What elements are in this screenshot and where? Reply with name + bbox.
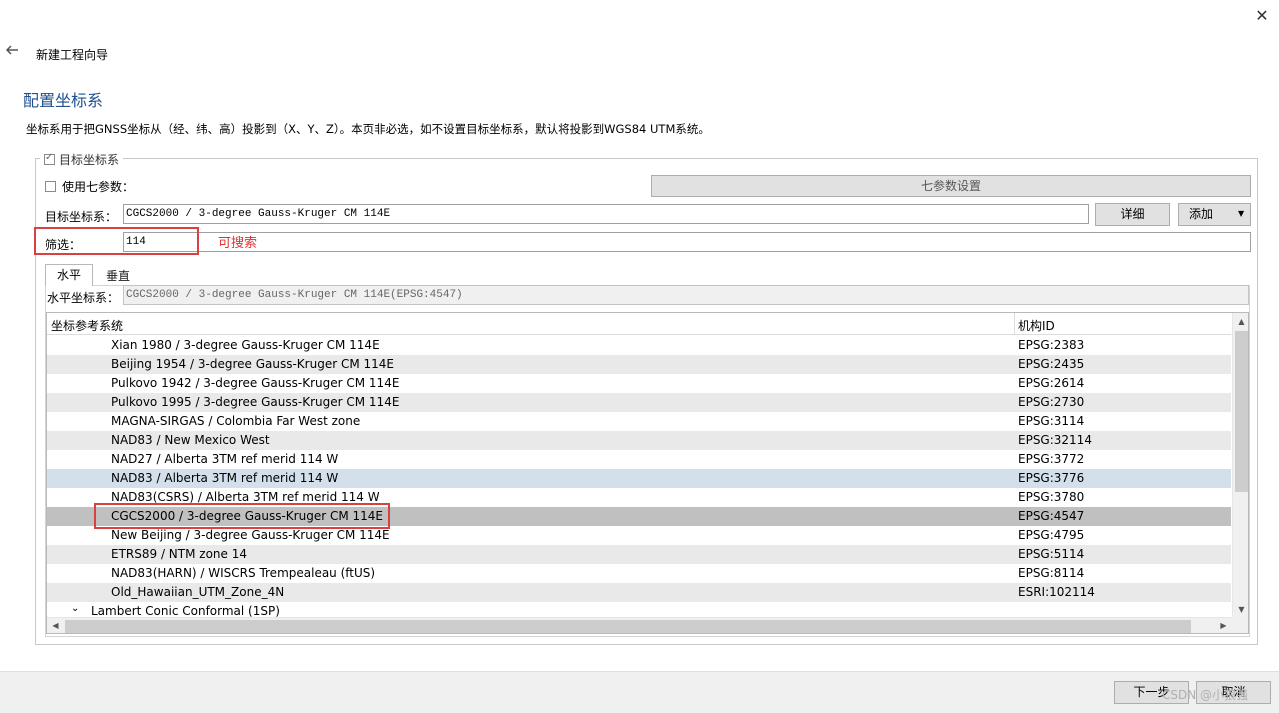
scroll-up-icon[interactable]: ▲ [1233, 313, 1248, 330]
crs-table: 坐标参考系统 机构ID Xian 1980 / 3-degree Gauss-K… [46, 312, 1249, 634]
cell-authority-id: EPSG:4547 [1018, 509, 1085, 523]
scroll-left-icon[interactable]: ◀ [47, 618, 64, 633]
expand-chevron-icon[interactable]: ⌄ [71, 603, 79, 614]
seven-params-checkbox[interactable] [45, 181, 56, 192]
tab-horizontal[interactable]: 水平 [45, 264, 93, 286]
target-crs-group-header[interactable]: 目标坐标系 [40, 151, 124, 168]
seven-params-row[interactable]: 使用七参数： [45, 178, 134, 195]
target-crs-label: 目标坐标系： [45, 210, 118, 224]
cell-authority-id: EPSG:3776 [1018, 471, 1085, 485]
watermark: CSDN @小狼强 [1162, 688, 1249, 702]
cell-authority-id: EPSG:2383 [1018, 338, 1085, 352]
cell-authority-id: ESRI:102114 [1018, 585, 1095, 599]
detail-button[interactable]: 详细 [1095, 203, 1170, 226]
tree-group-label: Lambert Conic Conformal (1SP) [91, 604, 280, 618]
vertical-scroll-thumb[interactable] [1235, 331, 1248, 492]
vertical-scrollbar[interactable]: ▲ ▼ [1232, 313, 1248, 618]
tab-vertical[interactable]: 垂直 [98, 267, 138, 285]
searchable-annotation: 可搜索 [218, 236, 258, 251]
cell-crs-name: NAD83 / Alberta 3TM ref merid 114 W [111, 471, 339, 485]
table-row[interactable]: NAD27 / Alberta 3TM ref merid 114 W EPSG:… [47, 450, 1231, 469]
cell-crs-name: New Beijing / 3-degree Gauss-Kruger CM 1… [111, 528, 390, 542]
cell-authority-id: EPSG:3772 [1018, 452, 1085, 466]
cell-crs-name: Pulkovo 1942 / 3-degree Gauss-Kruger CM … [111, 376, 400, 390]
close-icon[interactable]: ✕ [1250, 4, 1274, 28]
cell-crs-name: Pulkovo 1995 / 3-degree Gauss-Kruger CM … [111, 395, 400, 409]
horizontal-scroll-thumb[interactable] [65, 620, 1191, 633]
table-rows: Xian 1980 / 3-degree Gauss-Kruger CM 114… [47, 336, 1231, 621]
table-row[interactable]: Pulkovo 1995 / 3-degree Gauss-Kruger CM … [47, 393, 1231, 412]
cell-crs-name: NAD83(HARN) / WISCRS Trempealeau (ftUS) [111, 566, 376, 580]
dropdown-arrow-icon[interactable]: ▼ [1238, 205, 1244, 223]
cell-crs-name: Xian 1980 / 3-degree Gauss-Kruger CM 114… [111, 338, 380, 352]
wizard-title: 新建工程向导 [36, 48, 109, 62]
cell-authority-id: EPSG:8114 [1018, 566, 1085, 580]
page-description: 坐标系用于把GNSS坐标从（经、纬、高）投影到（X、Y、Z）。本页非必选，如不设… [26, 122, 710, 136]
scroll-right-icon[interactable]: ▶ [1215, 618, 1232, 633]
table-row[interactable]: Pulkovo 1942 / 3-degree Gauss-Kruger CM … [47, 374, 1231, 393]
table-row[interactable]: NAD83(HARN) / WISCRS Trempealeau (ftUS) E… [47, 564, 1231, 583]
target-crs-field[interactable]: CGCS2000 / 3-degree Gauss-Kruger CM 114E [123, 204, 1089, 224]
seven-params-label: 使用七参数： [62, 180, 135, 194]
table-header: 坐标参考系统 机构ID [47, 313, 1231, 335]
table-row[interactable]: Beijing 1954 / 3-degree Gauss-Kruger CM … [47, 355, 1231, 374]
horizontal-scrollbar[interactable]: ◀ ▶ [47, 617, 1232, 633]
scrollbar-corner [1232, 617, 1248, 633]
cell-crs-name: Old_Hawaiian_UTM_Zone_4N [111, 585, 285, 599]
cell-authority-id: EPSG:2730 [1018, 395, 1085, 409]
table-row[interactable]: Old_Hawaiian_UTM_Zone_4N ESRI:102114 [47, 583, 1231, 602]
cell-crs-name: MAGNA-SIRGAS / Colombia Far West zone [111, 414, 361, 428]
scroll-down-icon[interactable]: ▼ [1233, 601, 1248, 618]
footer-bar [0, 671, 1279, 713]
page-title: 配置坐标系 [23, 91, 104, 110]
table-row[interactable]: NAD83 / New Mexico West EPSG:32114 [47, 431, 1231, 450]
column-header-authority-id[interactable]: 机构ID [1018, 317, 1055, 334]
table-row[interactable]: Xian 1980 / 3-degree Gauss-Kruger CM 114… [47, 336, 1231, 355]
target-crs-group-label: 目标坐标系 [59, 153, 120, 167]
table-row[interactable]: NAD83 / Alberta 3TM ref merid 114 W EPSG:… [47, 469, 1231, 488]
cell-authority-id: EPSG:2435 [1018, 357, 1085, 371]
table-row[interactable]: ETRS89 / NTM zone 14 EPSG:5114 [47, 545, 1231, 564]
selected-row-annotation-box [94, 503, 390, 529]
horizontal-crs-field: CGCS2000 / 3-degree Gauss-Kruger CM 114E… [123, 285, 1249, 305]
cell-crs-name: NAD83(CSRS) / Alberta 3TM ref merid 114 … [111, 490, 380, 504]
column-divider[interactable] [1014, 313, 1015, 335]
seven-params-settings-button[interactable]: 七参数设置 [651, 175, 1251, 197]
back-arrow-icon-svg [5, 45, 18, 55]
cell-crs-name: NAD27 / Alberta 3TM ref merid 114 W [111, 452, 339, 466]
cell-authority-id: EPSG:4795 [1018, 528, 1085, 542]
back-arrow-icon[interactable] [4, 42, 24, 62]
filter-input[interactable]: 114 [123, 232, 1251, 252]
cell-authority-id: EPSG:3114 [1018, 414, 1085, 428]
table-row[interactable]: MAGNA-SIRGAS / Colombia Far West zone EPS… [47, 412, 1231, 431]
cell-crs-name: ETRS89 / NTM zone 14 [111, 547, 247, 561]
target-crs-checkbox[interactable] [44, 152, 55, 165]
filter-annotation-box [34, 227, 199, 255]
cell-authority-id: EPSG:2614 [1018, 376, 1085, 390]
cell-crs-name: Beijing 1954 / 3-degree Gauss-Kruger CM … [111, 357, 394, 371]
horizontal-crs-label: 水平坐标系： [47, 291, 120, 305]
cell-crs-name: NAD83 / New Mexico West [111, 433, 270, 447]
cell-authority-id: EPSG:5114 [1018, 547, 1085, 561]
column-header-crs[interactable]: 坐标参考系统 [51, 317, 123, 334]
cell-authority-id: EPSG:3780 [1018, 490, 1085, 504]
cell-authority-id: EPSG:32114 [1018, 433, 1092, 447]
